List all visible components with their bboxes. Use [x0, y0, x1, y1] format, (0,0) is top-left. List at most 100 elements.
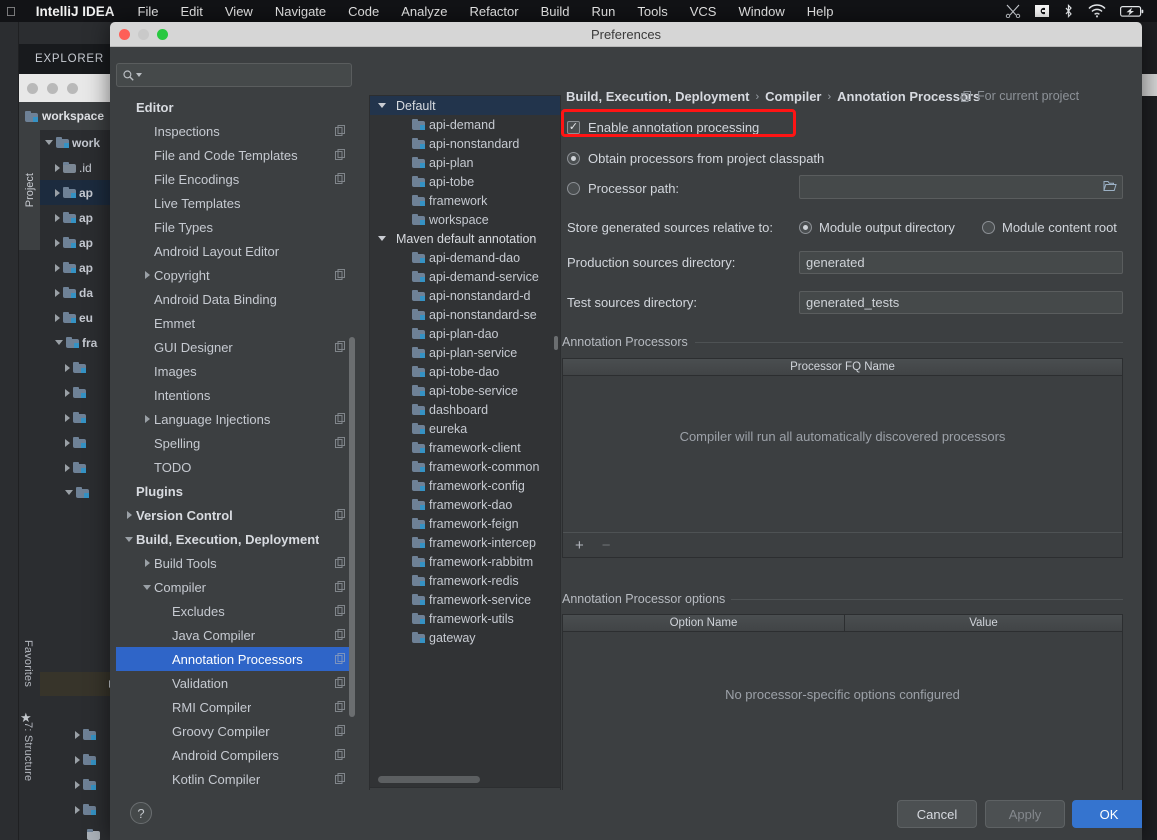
menubar-item-analyze[interactable]: Analyze — [390, 4, 458, 19]
module-row[interactable]: api-nonstandard-se — [370, 305, 560, 324]
copy-settings-icon[interactable] — [335, 677, 346, 688]
modules-horizontal-scrollbar[interactable] — [378, 776, 480, 783]
processors-col-fqname[interactable]: Processor FQ Name — [563, 359, 1122, 375]
module-row[interactable]: api-nonstandard-d — [370, 286, 560, 305]
modules-list[interactable]: Default api-demand api-nonstandard api-plan… — [370, 96, 560, 785]
module-row[interactable]: framework-redis — [370, 571, 560, 590]
processor-path-row[interactable]: Processor path: — [567, 181, 679, 196]
search-input[interactable] — [142, 68, 351, 82]
ok-button[interactable]: OK — [1072, 800, 1142, 828]
module-row[interactable]: api-plan-service — [370, 343, 560, 362]
sidebar-item-file-and-code-templates[interactable]: File and Code Templates — [116, 143, 352, 167]
list-item[interactable]: ap — [40, 230, 120, 255]
module-row[interactable]: api-demand-dao — [370, 248, 560, 267]
sidebar-item-file-encodings[interactable]: File Encodings — [116, 167, 352, 191]
sidebar-item-intentions[interactable]: Intentions — [116, 383, 352, 407]
ide-window-zoom[interactable] — [67, 83, 78, 94]
explorer-tab[interactable]: EXPLORER — [19, 44, 120, 74]
folder-browse-icon[interactable] — [1103, 180, 1117, 192]
module-row[interactable]: api-tobe-service — [370, 381, 560, 400]
menubar-item-run[interactable]: Run — [581, 4, 627, 19]
list-item[interactable] — [40, 480, 120, 505]
module-row[interactable]: framework-rabbitm — [370, 552, 560, 571]
sidebar-item-android-data-binding[interactable]: Android Data Binding — [116, 287, 352, 311]
module-row[interactable]: eureka — [370, 419, 560, 438]
chevron-down-icon[interactable] — [378, 103, 386, 108]
module-content-root-radio[interactable] — [982, 221, 995, 234]
sidebar-item-excludes[interactable]: Excludes — [116, 599, 352, 623]
copy-settings-icon[interactable] — [961, 90, 972, 102]
module-row[interactable]: framework-intercep — [370, 533, 560, 552]
menubar-item-help[interactable]: Help — [796, 4, 845, 19]
sidebar-item-copyright[interactable]: Copyright — [116, 263, 352, 287]
module-row[interactable]: api-demand-service — [370, 267, 560, 286]
module-group-row[interactable]: Default — [370, 96, 560, 115]
processor-path-radio[interactable] — [567, 182, 580, 195]
add-processor-button[interactable]: + — [575, 537, 584, 554]
c-badge-icon[interactable] — [1028, 4, 1056, 18]
copy-settings-icon[interactable] — [335, 581, 346, 592]
modules-vertical-scrollbar[interactable] — [554, 336, 558, 350]
module-row[interactable]: api-plan — [370, 153, 560, 172]
chevron-down-icon[interactable] — [140, 584, 154, 590]
list-item[interactable]: .id — [40, 155, 120, 180]
sidebar-item-rmi-compiler[interactable]: RMI Compiler — [116, 695, 352, 719]
module-row[interactable]: framework-common — [370, 457, 560, 476]
list-item[interactable] — [40, 430, 120, 455]
menubar-item-window[interactable]: Window — [727, 4, 795, 19]
list-item[interactable] — [40, 405, 120, 430]
options-col-value[interactable]: Value — [844, 615, 1122, 631]
list-item[interactable]: ap — [40, 255, 120, 280]
copy-settings-icon[interactable] — [335, 725, 346, 736]
chevron-down-icon[interactable] — [122, 536, 136, 542]
apple-icon[interactable]:  — [0, 4, 24, 19]
module-output-directory-row[interactable]: Module output directory — [799, 220, 955, 235]
menubar-item-edit[interactable]: Edit — [169, 4, 213, 19]
module-group-row[interactable]: Maven default annotation — [370, 229, 560, 248]
sidebar-item-spelling[interactable]: Spelling — [116, 431, 352, 455]
bluetooth-icon[interactable] — [1056, 3, 1081, 19]
chevron-down-icon[interactable] — [378, 236, 386, 241]
module-row[interactable]: gateway — [370, 628, 560, 647]
module-row[interactable]: api-demand — [370, 115, 560, 134]
ide-tree-root[interactable]: work — [40, 130, 120, 155]
copy-settings-icon[interactable] — [335, 629, 346, 640]
list-item[interactable]: eu — [40, 305, 120, 330]
sidebar-item-groovy-compiler[interactable]: Groovy Compiler — [116, 719, 352, 743]
breadcrumb-mid[interactable]: Compiler — [765, 89, 821, 104]
breadcrumb-root[interactable]: Build, Execution, Deployment — [566, 89, 749, 104]
module-row[interactable]: api-tobe — [370, 172, 560, 191]
ide-window-minimize[interactable] — [47, 83, 58, 94]
module-row[interactable]: framework-service — [370, 590, 560, 609]
help-button[interactable]: ? — [130, 802, 152, 824]
menubar-item-build[interactable]: Build — [530, 4, 581, 19]
menubar-item-vcs[interactable]: VCS — [679, 4, 728, 19]
ide-window-close[interactable] — [27, 83, 38, 94]
sidebar-item-compiler[interactable]: Compiler — [116, 575, 352, 599]
menubar-item-view[interactable]: View — [214, 4, 264, 19]
wifi-icon[interactable] — [1081, 4, 1113, 18]
list-item[interactable]: ap — [40, 180, 120, 205]
menubar-item-navigate[interactable]: Navigate — [264, 4, 337, 19]
module-row[interactable]: workspace — [370, 210, 560, 229]
sidebar-item-android-compilers[interactable]: Android Compilers — [116, 743, 352, 767]
copy-settings-icon[interactable] — [335, 773, 346, 784]
sidebar-item-live-templates[interactable]: Live Templates — [116, 191, 352, 215]
module-row[interactable]: api-plan-dao — [370, 324, 560, 343]
list-item[interactable] — [40, 822, 120, 840]
close-button[interactable] — [119, 29, 130, 40]
production-sources-input[interactable] — [799, 251, 1123, 274]
list-item[interactable] — [40, 455, 120, 480]
module-output-directory-radio[interactable] — [799, 221, 812, 234]
chevron-right-icon[interactable] — [140, 559, 154, 567]
module-row[interactable]: framework-client — [370, 438, 560, 457]
list-item[interactable] — [40, 722, 120, 747]
options-table-body[interactable]: No processor-specific options configured — [563, 632, 1122, 795]
copy-settings-icon[interactable] — [335, 653, 346, 664]
copy-settings-icon[interactable] — [335, 125, 346, 136]
module-row[interactable]: api-nonstandard — [370, 134, 560, 153]
list-item[interactable] — [40, 355, 120, 380]
processors-table[interactable]: Processor FQ Name Compiler will run all … — [562, 358, 1123, 558]
processor-path-input[interactable] — [799, 175, 1123, 199]
copy-settings-icon[interactable] — [335, 341, 346, 352]
